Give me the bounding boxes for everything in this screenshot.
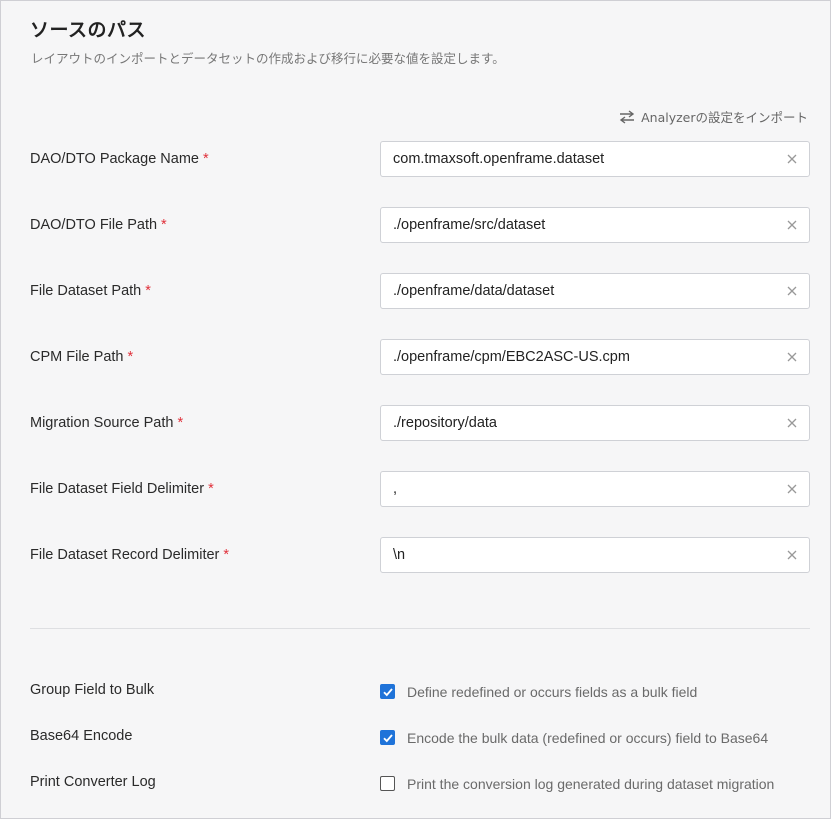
required-mark: * bbox=[127, 349, 134, 365]
page-subtitle: レイアウトのインポートとデータセットの作成および移行に必要な値を設定します。 bbox=[31, 51, 505, 66]
swap-arrows-icon bbox=[619, 109, 635, 124]
page-title: ソースのパス bbox=[30, 19, 147, 41]
label-dao-dto-package-name: DAO/DTO Package Name * bbox=[30, 151, 209, 167]
required-mark: * bbox=[177, 415, 184, 431]
clear-icon[interactable] bbox=[785, 284, 799, 298]
field-dao-dto-file-path bbox=[380, 207, 810, 243]
field-dao-dto-package-name bbox=[380, 141, 810, 177]
label-dao-dto-file-path: DAO/DTO File Path * bbox=[30, 217, 167, 233]
dao-dto-file-path-input[interactable] bbox=[381, 208, 809, 242]
group-field-to-bulk-description: Define redefined or occurs fields as a b… bbox=[407, 684, 698, 700]
checkmark-icon bbox=[383, 688, 393, 697]
clear-icon[interactable] bbox=[785, 482, 799, 496]
clear-icon[interactable] bbox=[785, 218, 799, 232]
field-delimiter-input[interactable] bbox=[381, 472, 809, 506]
field-migration-source-path bbox=[380, 405, 810, 441]
required-mark: * bbox=[223, 547, 230, 563]
required-mark: * bbox=[161, 217, 167, 233]
cpm-file-path-input[interactable] bbox=[381, 340, 809, 374]
print-converter-log-checkbox[interactable] bbox=[380, 776, 395, 791]
clear-icon[interactable] bbox=[785, 548, 799, 562]
import-link-label: Analyzerの設定をインポート bbox=[641, 110, 808, 125]
field-cpm-file-path bbox=[380, 339, 810, 375]
label-base64-encode: Base64 Encode bbox=[30, 728, 133, 744]
checkmark-icon bbox=[383, 734, 393, 743]
record-delimiter-input[interactable] bbox=[381, 538, 809, 572]
required-mark: * bbox=[208, 481, 214, 497]
clear-icon[interactable] bbox=[785, 416, 799, 430]
label-file-dataset-field-delimiter: File Dataset Field Delimiter * bbox=[30, 481, 214, 497]
dao-dto-package-name-input[interactable] bbox=[381, 142, 809, 176]
field-file-dataset-field-delimiter bbox=[380, 471, 810, 507]
label-print-converter-log: Print Converter Log bbox=[30, 774, 156, 790]
label-cpm-file-path: CPM File Path * bbox=[30, 349, 134, 365]
label-file-dataset-path: File Dataset Path * bbox=[30, 283, 151, 299]
clear-icon[interactable] bbox=[785, 152, 799, 166]
label-group-field-to-bulk: Group Field to Bulk bbox=[30, 682, 155, 698]
source-path-panel: ソースのパス レイアウトのインポートとデータセットの作成および移行に必要な値を設… bbox=[0, 0, 831, 819]
print-converter-log-description: Print the conversion log generated durin… bbox=[407, 776, 775, 792]
base64-encode-checkbox[interactable] bbox=[380, 730, 395, 745]
group-field-to-bulk-checkbox[interactable] bbox=[380, 684, 395, 699]
label-migration-source-path: Migration Source Path * bbox=[30, 415, 184, 431]
field-file-dataset-record-delimiter bbox=[380, 537, 810, 573]
label-file-dataset-record-delimiter: File Dataset Record Delimiter * bbox=[30, 547, 230, 563]
clear-icon[interactable] bbox=[785, 350, 799, 364]
required-mark: * bbox=[202, 151, 209, 167]
file-dataset-path-input[interactable] bbox=[381, 274, 809, 308]
base64-encode-description: Encode the bulk data (redefined or occur… bbox=[407, 730, 769, 746]
import-analyzer-settings-link[interactable]: Analyzerの設定をインポート bbox=[619, 107, 808, 126]
field-file-dataset-path bbox=[380, 273, 810, 309]
required-mark: * bbox=[145, 283, 151, 299]
section-divider bbox=[30, 628, 810, 629]
migration-source-path-input[interactable] bbox=[381, 406, 809, 440]
